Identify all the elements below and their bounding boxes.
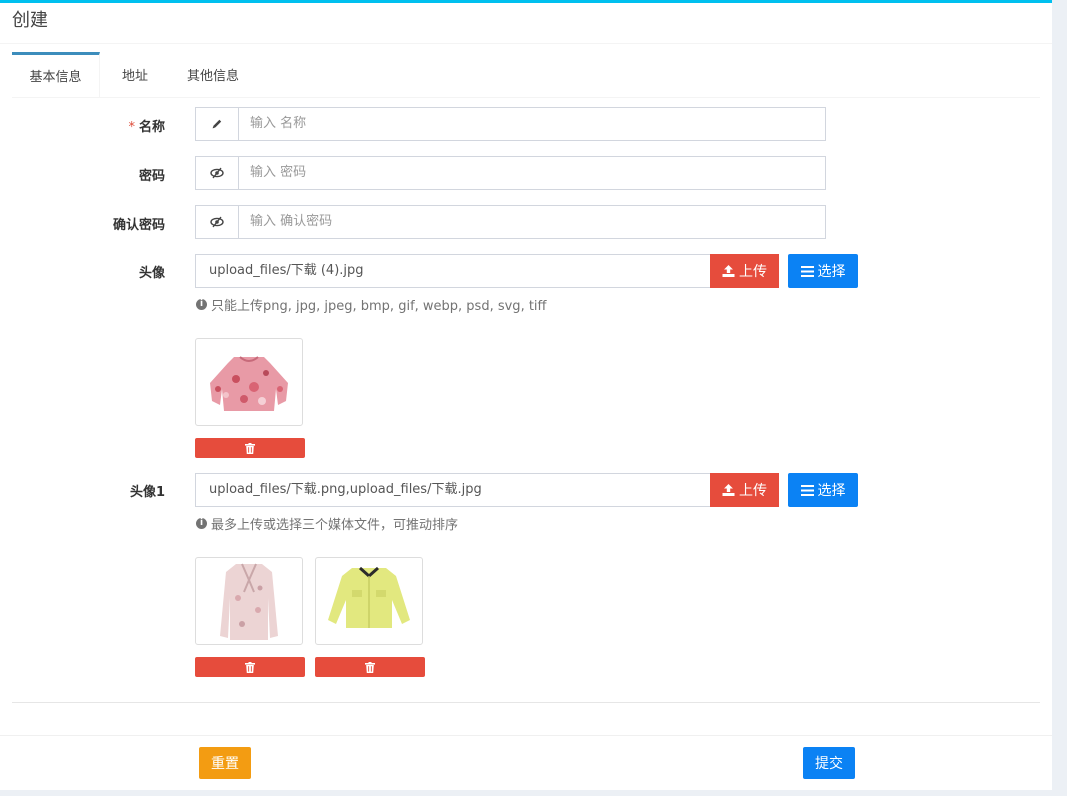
required-mark: * — [128, 120, 135, 135]
tab-address[interactable]: 地址 — [108, 52, 162, 96]
trash-icon — [365, 661, 375, 673]
submit-button[interactable]: 提交 — [803, 747, 855, 779]
password-confirm-row: 确认密码 输入 确认密码 — [0, 205, 1052, 239]
pink-floral-blouse-image — [210, 356, 288, 411]
page-title: 创建 — [0, 3, 1052, 44]
eye-slash-icon[interactable] — [195, 156, 239, 190]
avatar1-thumbnail-1[interactable] — [195, 557, 303, 645]
avatar1-delete-button-2[interactable] — [315, 657, 425, 677]
avatar1-help-text: i 最多上传或选择三个媒体文件，可推动排序 — [196, 514, 458, 533]
avatar1-upload-button[interactable]: 上传 — [710, 473, 779, 507]
name-label: * 名称 — [128, 120, 165, 135]
avatar-delete-button[interactable] — [195, 438, 305, 458]
avatar1-delete-button-1[interactable] — [195, 657, 305, 677]
upload-icon — [722, 265, 735, 277]
password-confirm-label: 确认密码 — [112, 218, 165, 233]
divider — [12, 702, 1040, 703]
avatar1-label: 头像1 — [129, 485, 165, 500]
avatar-label: 头像 — [138, 266, 165, 281]
password-confirm-input[interactable]: 输入 确认密码 — [238, 205, 826, 239]
pencil-icon — [195, 107, 239, 141]
info-icon: i — [196, 299, 207, 310]
avatar-select-button[interactable]: 选择 — [788, 254, 858, 288]
reset-button[interactable]: 重置 — [199, 747, 251, 779]
form-footer: 重置 提交 — [0, 735, 1052, 790]
tab-basic-info[interactable]: 基本信息 — [12, 52, 100, 97]
name-row: * 名称 输入 名称 — [0, 107, 1052, 141]
avatar1-select-button[interactable]: 选择 — [788, 473, 858, 507]
password-input[interactable]: 输入 密码 — [238, 156, 826, 190]
avatar-upload-button[interactable]: 上传 — [710, 254, 779, 288]
list-icon — [800, 265, 814, 277]
create-panel: 创建 基本信息 地址 其他信息 *名称 输入 名称 密码 输入 密码 确认密码 — [0, 0, 1052, 790]
pink-floral-shirt-image — [220, 563, 278, 640]
avatar-file-input[interactable]: upload_files/下载 (4).jpg — [195, 254, 712, 288]
avatar-help-text: i 只能上传png, jpg, jpeg, bmp, gif, webp, psd… — [196, 295, 547, 314]
avatar1-thumbnail-2[interactable] — [315, 557, 423, 645]
info-icon: i — [196, 518, 207, 529]
password-label: 密码 — [138, 169, 165, 184]
eye-slash-icon[interactable] — [195, 205, 239, 239]
upload-icon — [722, 484, 735, 496]
list-icon — [800, 484, 814, 496]
name-input[interactable]: 输入 名称 — [238, 107, 826, 141]
password-row: 密码 输入 密码 — [0, 156, 1052, 190]
avatar-thumbnail[interactable] — [195, 338, 303, 426]
trash-icon — [245, 661, 255, 673]
yellow-jacket-image — [328, 566, 410, 628]
tab-bar: 基本信息 地址 其他信息 — [12, 52, 1040, 98]
avatar1-file-input[interactable]: upload_files/下载.png,upload_files/下载.jpg — [195, 473, 712, 507]
trash-icon — [245, 442, 255, 454]
tab-other-info[interactable]: 其他信息 — [175, 52, 251, 96]
